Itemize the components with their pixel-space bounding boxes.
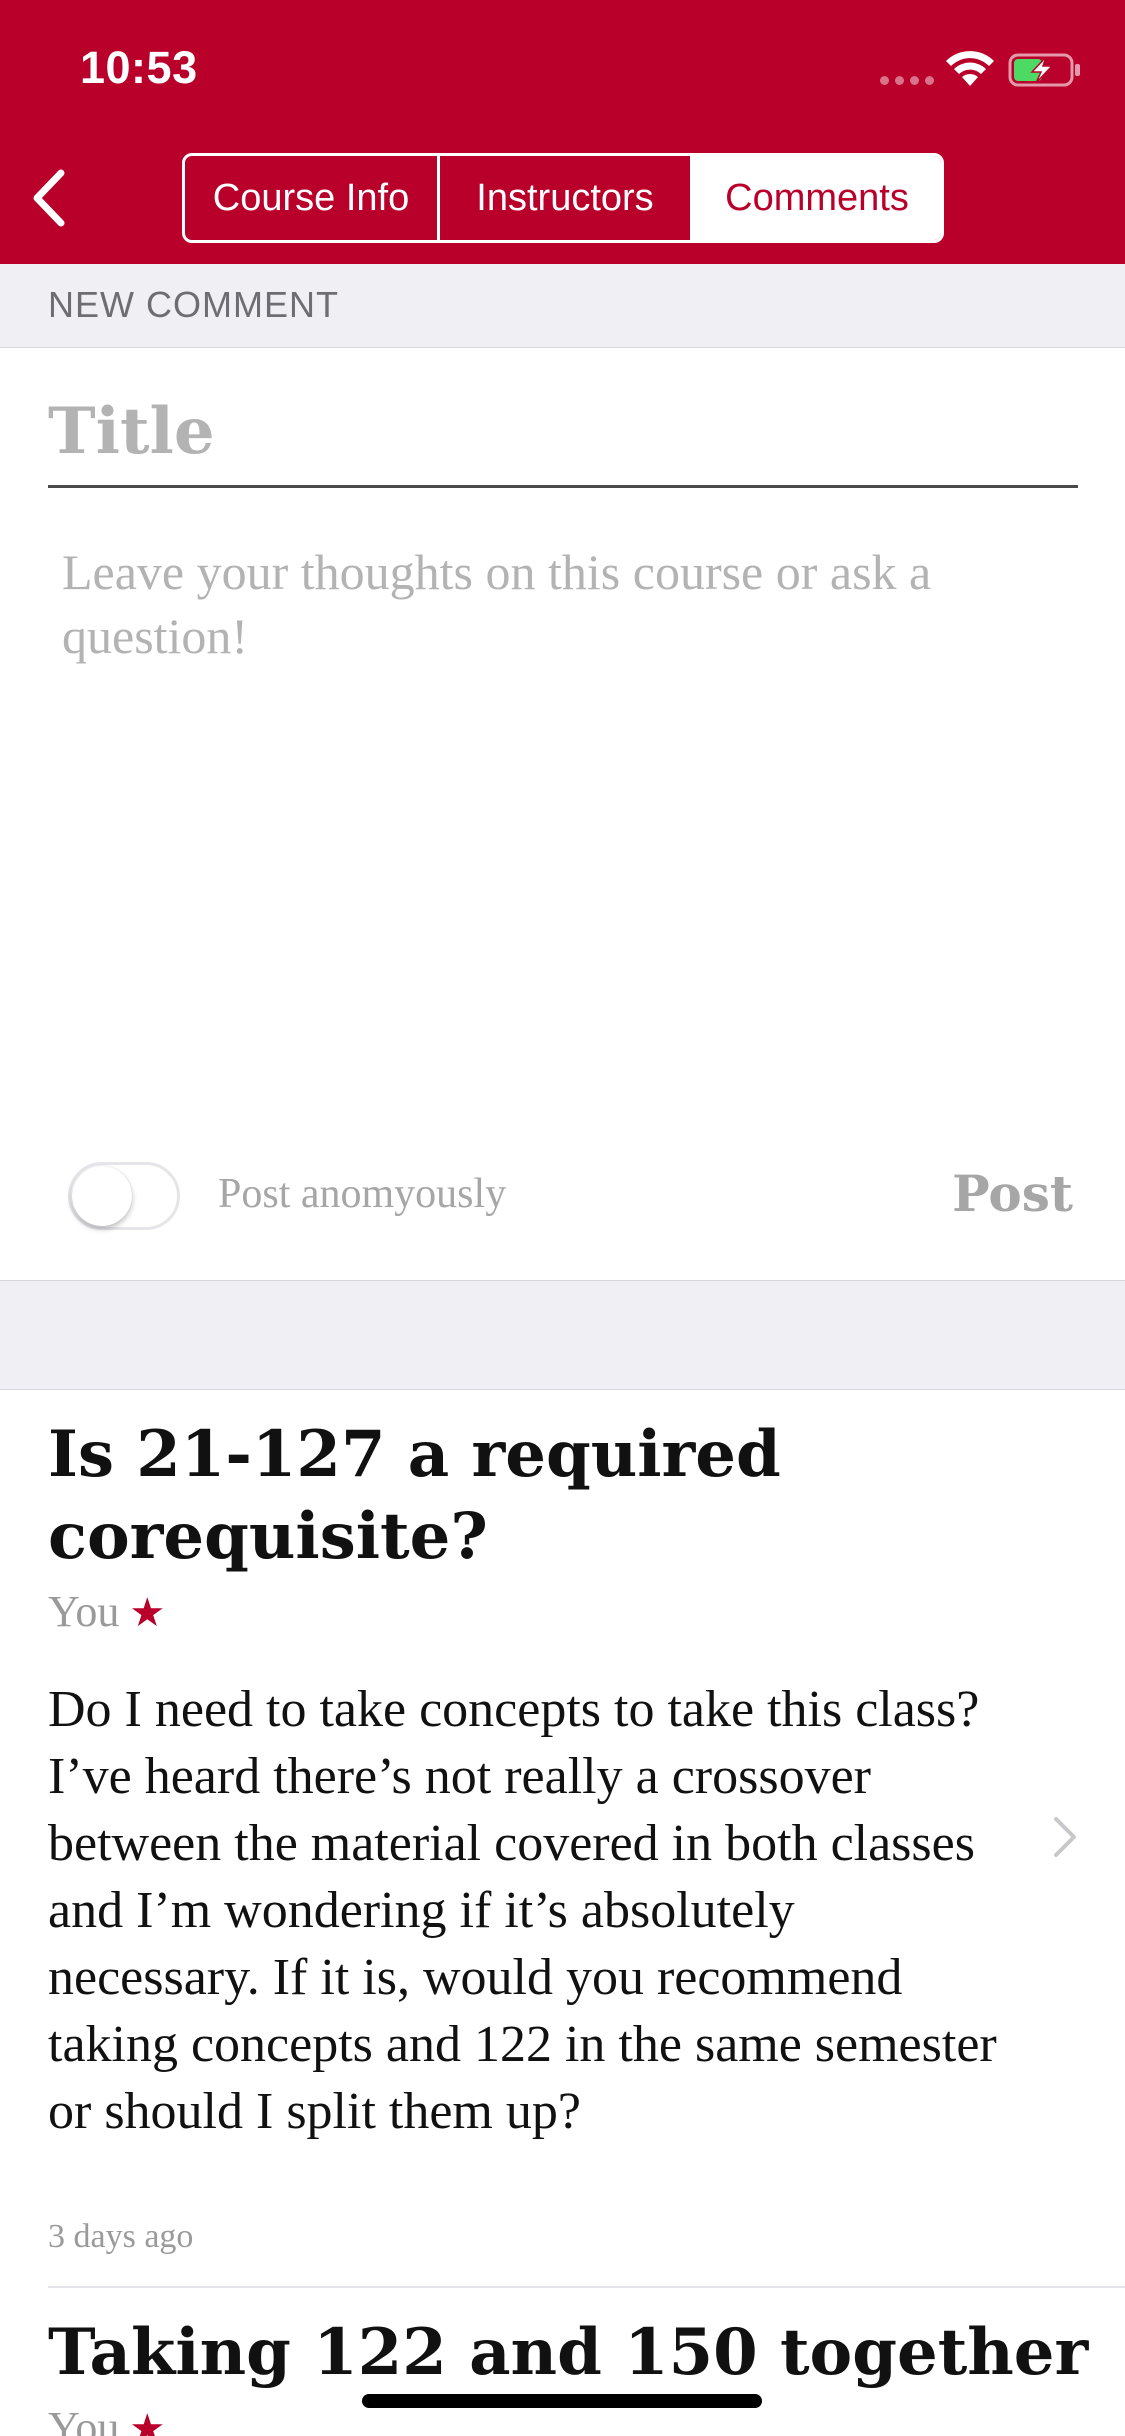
section-separator: [0, 1280, 1125, 1390]
navigation-header: 10:53 Course Info Instructors Comments: [0, 0, 1125, 264]
post-button[interactable]: Post: [952, 1164, 1073, 1223]
chevron-left-icon: [33, 169, 65, 227]
author-name: You: [48, 2403, 120, 2436]
toggle-knob: [72, 1166, 132, 1226]
tab-course-info[interactable]: Course Info: [185, 156, 437, 240]
chevron-right-icon[interactable]: [1052, 1815, 1078, 1859]
home-indicator: [362, 2394, 762, 2408]
new-comment-label: NEW COMMENT: [48, 284, 339, 325]
comment-body-input[interactable]: Leave your thoughts on this course or as…: [62, 540, 1072, 668]
status-time: 10:53: [80, 42, 198, 93]
new-comment-section-header: NEW COMMENT: [0, 264, 1125, 348]
star-icon: ★: [129, 1590, 166, 1635]
cellular-signal-icon: [880, 76, 934, 85]
wifi-icon: [946, 51, 994, 86]
star-icon: ★: [129, 2406, 166, 2436]
comment-title[interactable]: Taking 122 and 150 together: [48, 2312, 1098, 2394]
tab-segmented-control: Course Info Instructors Comments: [182, 153, 944, 243]
tab-instructors[interactable]: Instructors: [437, 156, 690, 240]
anonymous-toggle[interactable]: [68, 1162, 180, 1230]
tab-comments[interactable]: Comments: [690, 156, 941, 240]
row-divider: [48, 2286, 1125, 2288]
comment-body[interactable]: Do I need to take concepts to take this …: [48, 1676, 1008, 2145]
comment-author: You ★: [48, 2402, 165, 2436]
anonymous-label: Post anomyously: [218, 1171, 507, 1217]
battery-charging-icon: [1008, 53, 1080, 87]
comment-title-input[interactable]: Title: [48, 392, 1078, 488]
comment-timestamp: 3 days ago: [48, 2218, 194, 2255]
author-name: You: [48, 1587, 120, 1636]
comment-title[interactable]: Is 21-127 a required corequisite?: [48, 1414, 948, 1578]
comment-author: You ★: [48, 1586, 165, 1637]
back-button[interactable]: [18, 158, 80, 238]
